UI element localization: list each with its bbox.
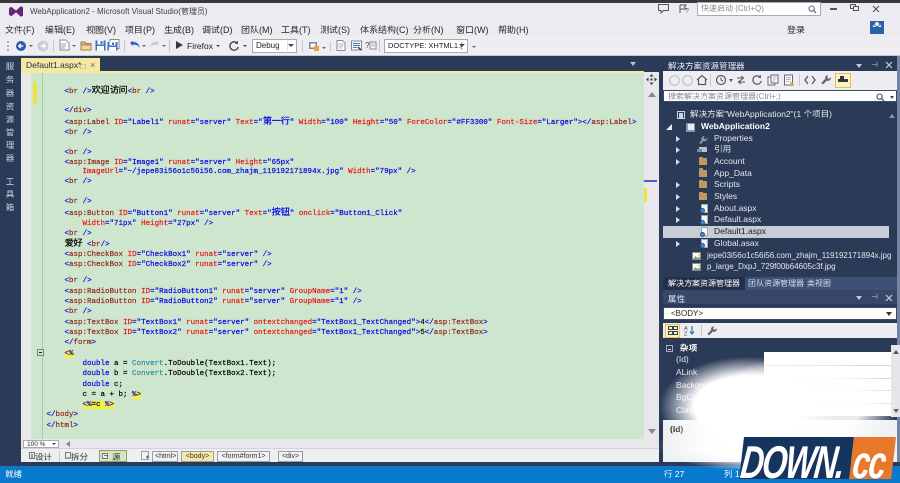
svg-text:Z: Z xyxy=(684,332,688,337)
svg-text:?: ? xyxy=(365,41,370,50)
svg-text:?: ? xyxy=(685,8,689,14)
